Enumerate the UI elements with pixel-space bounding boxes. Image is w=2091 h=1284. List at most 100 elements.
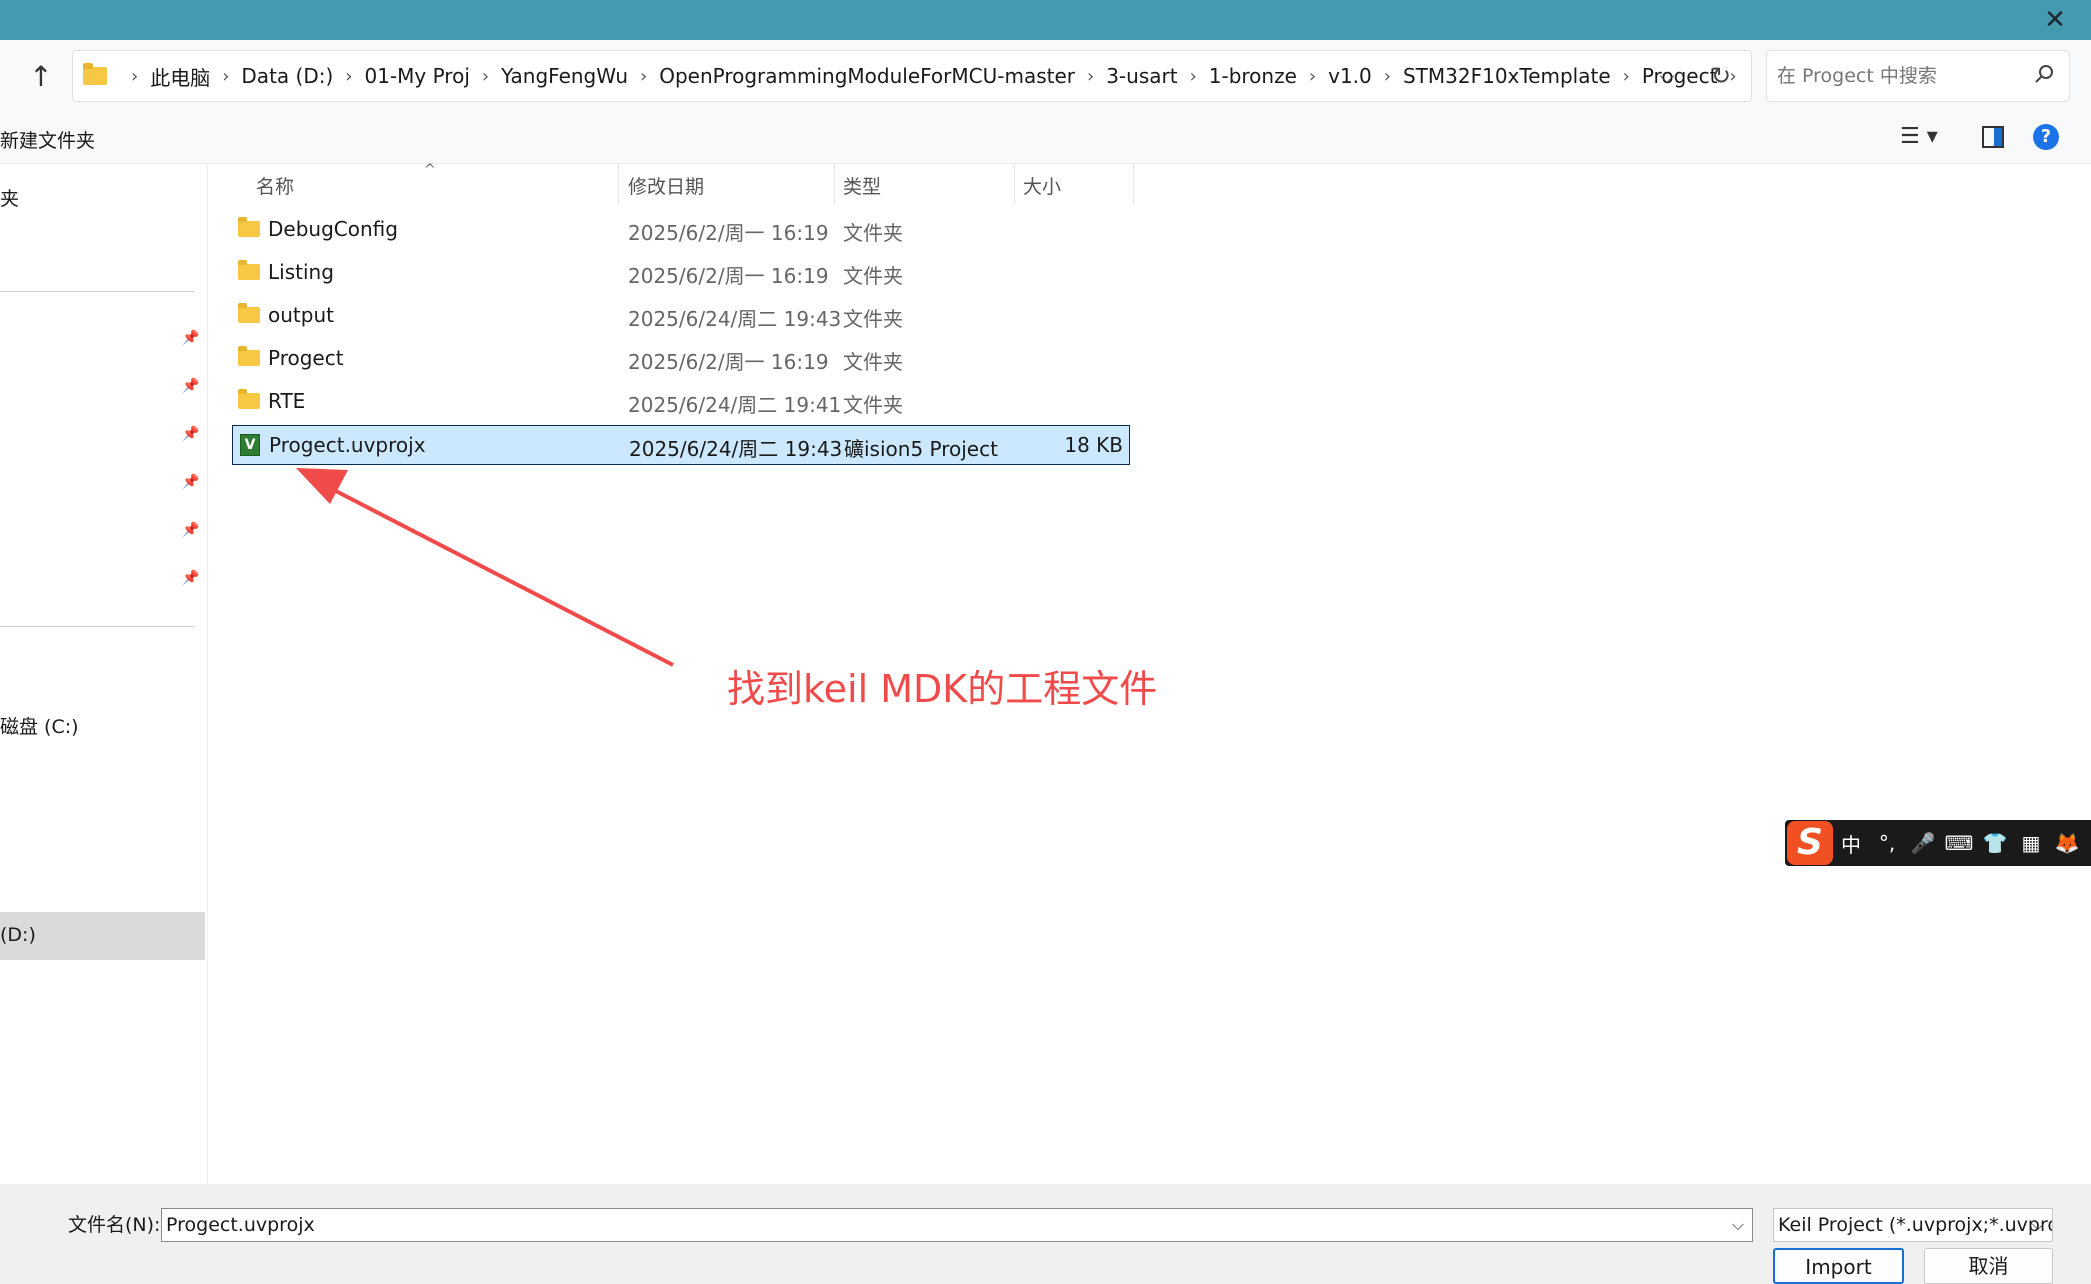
folder-icon [238, 346, 260, 366]
up-arrow-icon[interactable]: ↑ [24, 60, 58, 94]
chevron-down-icon[interactable]: ⌵ [2032, 1209, 2044, 1241]
column-separator[interactable] [618, 164, 619, 204]
navigation-pane: 夹 📌 📌 📌 📌 📌 📌 磁盘 (C:) (D:) [0, 164, 208, 1184]
address-bar[interactable]: › 此电脑 › Data (D:) › 01-My Proj › YangFen… [72, 50, 1752, 102]
pin-icon[interactable]: 📌 [182, 426, 199, 442]
sidebar-item-drive-d[interactable]: (D:) [0, 912, 205, 960]
address-tools: ⌵ ↻ [1647, 51, 1751, 101]
file-date: 2025/6/24/周二 19:43 [629, 437, 843, 461]
search-input[interactable] [1777, 65, 2017, 87]
breadcrumb-item[interactable]: OpenProgrammingModuleForMCU-master [659, 64, 1075, 88]
file-row[interactable]: Progect 2025/6/2/周一 16:19 文件夹 [232, 339, 1130, 379]
search-box[interactable] [1766, 50, 2070, 102]
sidebar-item-label: (D:) [0, 924, 36, 946]
column-separator[interactable] [1133, 164, 1134, 204]
file-row[interactable]: DebugConfig 2025/6/2/周一 16:19 文件夹 [232, 210, 1130, 250]
file-type: 文件夹 [843, 264, 903, 288]
pin-icon[interactable]: 📌 [182, 474, 199, 490]
column-date[interactable]: 修改日期 [628, 172, 704, 199]
help-icon[interactable]: ? [2033, 124, 2059, 150]
folder-icon [83, 63, 107, 85]
refresh-icon[interactable]: ↻ [1701, 62, 1741, 90]
file-name: Listing [268, 260, 334, 284]
file-size: 18 KB [1064, 433, 1123, 457]
breadcrumb-separator[interactable]: › [1190, 66, 1197, 87]
microphone-icon[interactable]: 🎤 [1905, 831, 1941, 855]
close-button[interactable]: ✕ [2035, 4, 2075, 36]
sogou-logo-icon[interactable]: S [1787, 821, 1833, 865]
ime-punctuation-icon[interactable]: °, [1869, 831, 1905, 855]
cancel-button[interactable]: 取消 [1924, 1248, 2053, 1284]
breadcrumb-item[interactable]: v1.0 [1328, 64, 1372, 88]
ime-language-toggle[interactable]: 中 [1833, 829, 1869, 858]
file-date: 2025/6/24/周二 19:43 [628, 307, 842, 331]
breadcrumb-item[interactable]: 01-My Proj [364, 64, 469, 88]
annotation-text: 找到keil MDK的工程文件 [727, 667, 1158, 711]
breadcrumb-item[interactable]: 此电脑 [150, 62, 210, 91]
chevron-down-icon[interactable]: ⌵ [1647, 64, 1687, 88]
navigation-bar: ↑ › 此电脑 › Data (D:) › 01-My Proj › YangF… [0, 40, 2091, 114]
breadcrumb-separator[interactable]: › [1309, 66, 1316, 87]
sidebar-divider [0, 291, 194, 292]
folder-icon [238, 303, 260, 323]
new-folder-button[interactable]: 新建文件夹 [0, 126, 95, 153]
breadcrumb-item[interactable]: 1-bronze [1209, 64, 1297, 88]
file-type: 文件夹 [843, 350, 903, 374]
column-size[interactable]: 大小 [1023, 172, 1061, 199]
column-header: 名称 ^ 修改日期 类型 大小 [208, 162, 2091, 204]
file-row[interactable]: Listing 2025/6/2/周一 16:19 文件夹 [232, 253, 1130, 293]
search-icon[interactable] [2033, 63, 2055, 85]
mascot-icon[interactable]: 🦊 [2049, 831, 2085, 855]
chevron-down-icon[interactable]: ⌵ [1732, 1209, 1744, 1241]
dialog-footer: 文件名(N): Progect.uvprojx ⌵ Keil Project (… [0, 1184, 2091, 1284]
column-separator[interactable] [834, 164, 835, 204]
file-date: 2025/6/2/周一 16:19 [628, 221, 829, 245]
title-bar: ✕ [0, 0, 2091, 40]
ime-toolbar[interactable]: S 中 °, 🎤 ⌨ 👕 ▦ 🦊 [1785, 820, 2091, 866]
import-button[interactable]: Import [1773, 1248, 1904, 1284]
sort-up-icon: ^ [424, 162, 436, 178]
keyboard-icon[interactable]: ⌨ [1941, 831, 1977, 855]
breadcrumb-separator[interactable]: › [482, 66, 489, 87]
preview-pane-icon[interactable] [1982, 126, 2004, 148]
pin-icon[interactable]: 📌 [182, 378, 199, 394]
breadcrumb-separator[interactable]: › [345, 66, 352, 87]
file-type-filter[interactable]: Keil Project (*.uvprojx;*.uvproj ⌵ [1773, 1208, 2053, 1242]
breadcrumb-separator[interactable]: › [222, 66, 229, 87]
breadcrumb-separator[interactable]: › [1087, 66, 1094, 87]
file-type: 文件夹 [843, 307, 903, 331]
skin-icon[interactable]: 👕 [1977, 831, 2013, 855]
sidebar-item-drive-c[interactable]: 磁盘 (C:) [0, 712, 79, 739]
column-separator[interactable] [1014, 164, 1015, 204]
sidebar-item-folder[interactable]: 夹 [0, 184, 19, 211]
file-type: 礦ision5 Project [844, 437, 998, 461]
breadcrumb-item[interactable]: Data (D:) [241, 64, 333, 88]
folder-icon [238, 217, 260, 237]
file-name: Progect.uvprojx [269, 433, 426, 457]
breadcrumb-separator[interactable]: › [131, 66, 138, 87]
column-name[interactable]: 名称 [256, 172, 294, 199]
file-type: 文件夹 [843, 221, 903, 245]
file-name: DebugConfig [268, 217, 398, 241]
file-date: 2025/6/2/周一 16:19 [628, 350, 829, 374]
column-type[interactable]: 类型 [843, 172, 881, 199]
breadcrumb-item[interactable]: 3-usart [1106, 64, 1177, 88]
filename-input[interactable]: Progect.uvprojx ⌵ [161, 1208, 1753, 1242]
pin-icon[interactable]: 📌 [182, 522, 199, 538]
file-row[interactable]: RTE 2025/6/24/周二 19:41 文件夹 [232, 382, 1130, 422]
breadcrumb-separator[interactable]: › [640, 66, 647, 87]
view-options-icon[interactable]: ☰ ▾ [1900, 124, 1946, 154]
file-name: Progect [268, 346, 344, 370]
breadcrumb-separator[interactable]: › [1384, 66, 1391, 87]
breadcrumb-item[interactable]: YangFengWu [501, 64, 628, 88]
file-row-selected[interactable]: V Progect.uvprojx 2025/6/24/周二 19:43 礦is… [232, 425, 1130, 465]
toolbox-icon[interactable]: ▦ [2013, 831, 2049, 855]
file-name: output [268, 303, 334, 327]
folder-icon [238, 389, 260, 409]
file-type: 文件夹 [843, 393, 903, 417]
file-row[interactable]: output 2025/6/24/周二 19:43 文件夹 [232, 296, 1130, 336]
pin-icon[interactable]: 📌 [182, 330, 199, 346]
breadcrumb-separator[interactable]: › [1623, 66, 1630, 87]
pin-icon[interactable]: 📌 [182, 570, 199, 586]
breadcrumb-item[interactable]: STM32F10xTemplate [1403, 64, 1611, 88]
